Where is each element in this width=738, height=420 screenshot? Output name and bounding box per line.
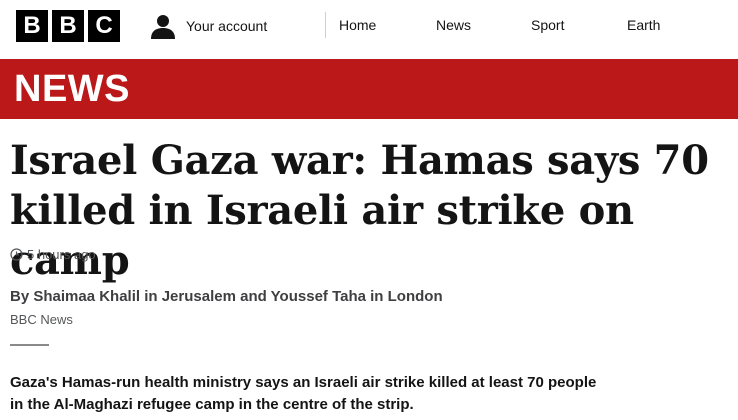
timestamp-text: 5 hours ago (27, 247, 96, 262)
user-icon (150, 13, 176, 39)
account-link[interactable]: Your account (150, 12, 267, 40)
nav-item-earth[interactable]: Earth (627, 17, 660, 33)
account-label: Your account (186, 18, 268, 34)
news-banner: NEWS (0, 59, 738, 119)
nav-divider (325, 12, 326, 38)
byline-divider (10, 344, 49, 346)
bbc-logo-block-2: B (52, 10, 84, 42)
bbc-logo-block-3: C (88, 10, 120, 42)
bbc-logo-block-1: B (16, 10, 48, 42)
byline-organisation: BBC News (10, 312, 73, 327)
top-navigation-bar: B B C Your account Home News Sport Earth (0, 0, 738, 52)
nav-item-sport[interactable]: Sport (531, 17, 564, 33)
news-section-logo[interactable]: NEWS (14, 67, 130, 111)
byline-authors: By Shaimaa Khalil in Jerusalem and Youss… (10, 288, 443, 305)
nav-item-news[interactable]: News (436, 17, 471, 33)
nav-item-home[interactable]: Home (339, 17, 376, 33)
bbc-logo[interactable]: B B C (16, 10, 120, 42)
article-timestamp: 5 hours ago (10, 247, 96, 262)
clock-icon (10, 248, 23, 261)
article-headline: Israel Gaza war: Hamas says 70 killed in… (10, 137, 709, 284)
article-summary: Gaza's Hamas-run health ministry says an… (10, 374, 597, 413)
